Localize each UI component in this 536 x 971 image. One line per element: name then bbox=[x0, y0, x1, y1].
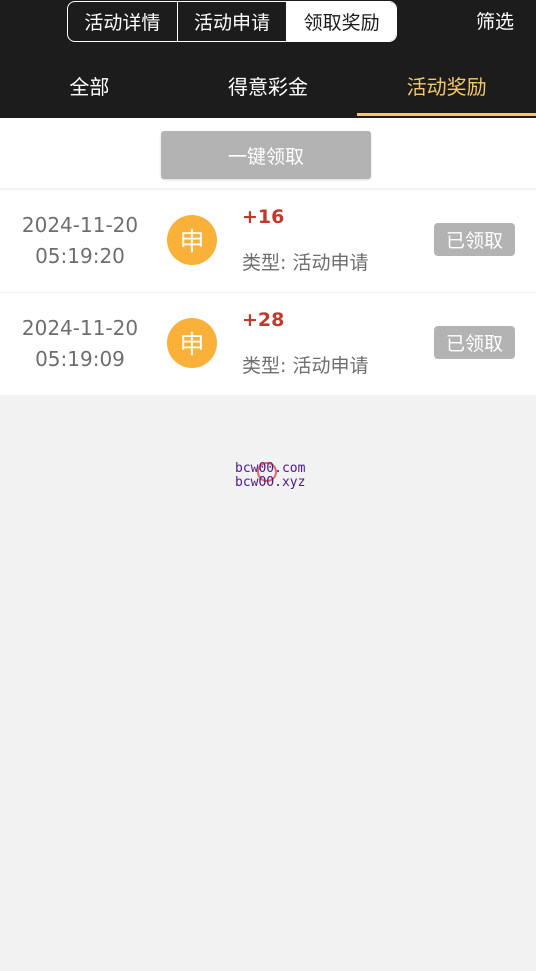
segment-activity-apply[interactable]: 活动申请 bbox=[176, 2, 287, 41]
record-amount: +16 bbox=[242, 206, 285, 228]
list-item: 2024-11-20 05:19:09 申 +28 类型: 活动申请 已领取 bbox=[0, 293, 536, 395]
list-item: 2024-11-20 05:19:20 申 +16 类型: 活动申请 已领取 bbox=[0, 190, 536, 292]
watermark-line-1: bcw00.com bbox=[235, 461, 306, 476]
claim-all-button[interactable]: 一键领取 bbox=[161, 131, 371, 179]
segment-claim-rewards[interactable]: 领取奖励 bbox=[286, 2, 396, 41]
claimed-button[interactable]: 已领取 bbox=[434, 223, 515, 256]
record-time: 05:19:09 bbox=[35, 347, 125, 371]
record-datetime: 2024-11-20 05:19:20 bbox=[0, 210, 160, 272]
top-header: 活动详情 活动申请 领取奖励 筛选 全部 得意彩金 活动奖励 bbox=[0, 0, 536, 118]
claimed-button[interactable]: 已领取 bbox=[434, 326, 515, 359]
watermark: bcw00.com bcwOO.xyz bbox=[235, 462, 325, 490]
watermark-line-2: bcwOO.xyz bbox=[235, 475, 306, 490]
segment-control: 活动详情 活动申请 领取奖励 bbox=[67, 1, 397, 42]
claim-bar: 一键领取 bbox=[0, 118, 536, 188]
record-date: 2024-11-20 bbox=[21, 213, 139, 237]
record-amount: +28 bbox=[242, 309, 285, 331]
record-type: 类型: 活动申请 bbox=[242, 355, 369, 377]
tab-activity-rewards[interactable]: 活动奖励 bbox=[357, 52, 536, 118]
apply-badge-icon: 申 bbox=[167, 215, 217, 265]
tab-bonus[interactable]: 得意彩金 bbox=[179, 52, 358, 118]
record-type: 类型: 活动申请 bbox=[242, 252, 369, 274]
tab-all[interactable]: 全部 bbox=[0, 52, 179, 118]
tab-bar: 全部 得意彩金 活动奖励 bbox=[0, 52, 536, 118]
apply-badge-icon: 申 bbox=[167, 318, 217, 368]
segment-activity-details[interactable]: 活动详情 bbox=[68, 2, 177, 41]
record-time: 05:19:20 bbox=[35, 244, 125, 268]
record-date: 2024-11-20 bbox=[21, 316, 139, 340]
record-datetime: 2024-11-20 05:19:09 bbox=[0, 313, 160, 375]
filter-button[interactable]: 筛选 bbox=[476, 8, 514, 36]
